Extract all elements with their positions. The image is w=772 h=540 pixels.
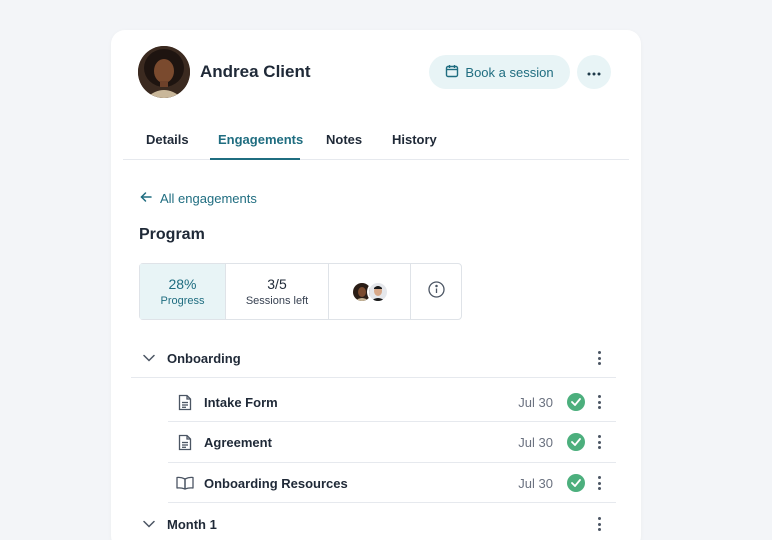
divider — [131, 377, 616, 378]
book-session-label: Book a session — [465, 64, 554, 80]
group-label: Onboarding — [167, 350, 241, 366]
kebab-menu-icon[interactable] — [596, 351, 602, 365]
progress-value: 28% — [168, 276, 197, 292]
document-icon — [168, 434, 202, 451]
item-label: Onboarding Resources — [204, 475, 348, 491]
list-item[interactable]: Onboarding Resources Jul 30 — [168, 463, 616, 503]
checkmark-icon — [567, 393, 585, 411]
tab-engagements[interactable]: Engagements — [218, 132, 303, 147]
arrow-left-icon — [140, 191, 152, 206]
item-label: Agreement — [204, 434, 272, 450]
all-engagements-link[interactable]: All engagements — [140, 191, 257, 206]
progress-label: Progress — [160, 295, 205, 307]
group-row-onboarding[interactable]: Onboarding — [131, 338, 616, 378]
chevron-down-icon[interactable] — [131, 354, 167, 362]
kebab-menu-icon[interactable] — [596, 435, 602, 449]
item-label: Intake Form — [204, 394, 278, 410]
chevron-down-icon[interactable] — [131, 520, 167, 528]
item-date: Jul 30 — [518, 476, 553, 491]
all-engagements-label: All engagements — [160, 191, 257, 206]
client-name: Andrea Client — [200, 62, 311, 81]
item-date: Jul 30 — [518, 395, 553, 410]
document-icon — [168, 394, 202, 411]
tab-details[interactable]: Details — [146, 132, 189, 147]
list-item[interactable]: Agreement Jul 30 — [168, 422, 616, 462]
item-date: Jul 30 — [518, 435, 553, 450]
tab-bar: Details Engagements Notes History — [123, 122, 629, 160]
client-avatar — [138, 46, 190, 98]
sessions-value: 3/5 — [267, 276, 287, 292]
checkmark-icon — [567, 474, 585, 492]
coach-mini-avatar — [366, 280, 389, 303]
participants-avatars[interactable] — [329, 264, 411, 319]
sessions-stat: 3/5 Sessions left — [226, 264, 329, 319]
group-label: Month 1 — [167, 516, 217, 532]
sessions-label: Sessions left — [245, 295, 309, 307]
divider — [168, 502, 616, 503]
client-card: Andrea Client Book a session Details Eng… — [111, 30, 641, 540]
program-title: Program — [139, 226, 205, 243]
book-icon — [168, 476, 202, 490]
more-options-button[interactable] — [577, 55, 611, 89]
info-icon — [427, 280, 445, 303]
program-stats: 28% Progress 3/5 Sessions left — [139, 263, 462, 320]
tab-history[interactable]: History — [392, 132, 437, 147]
active-tab-indicator — [210, 158, 300, 160]
checkmark-icon — [567, 433, 585, 451]
group-row-month-1[interactable]: Month 1 — [131, 504, 616, 540]
kebab-menu-icon[interactable] — [596, 395, 602, 409]
kebab-menu-icon[interactable] — [596, 517, 602, 531]
horizontal-dots-icon — [587, 63, 601, 81]
progress-stat: 28% Progress — [140, 264, 226, 319]
kebab-menu-icon[interactable] — [596, 476, 602, 490]
calendar-icon — [445, 64, 459, 81]
tab-notes[interactable]: Notes — [326, 132, 362, 147]
list-item[interactable]: Intake Form Jul 30 — [168, 382, 616, 422]
info-button[interactable] — [411, 264, 461, 319]
book-session-button[interactable]: Book a session — [429, 55, 570, 89]
